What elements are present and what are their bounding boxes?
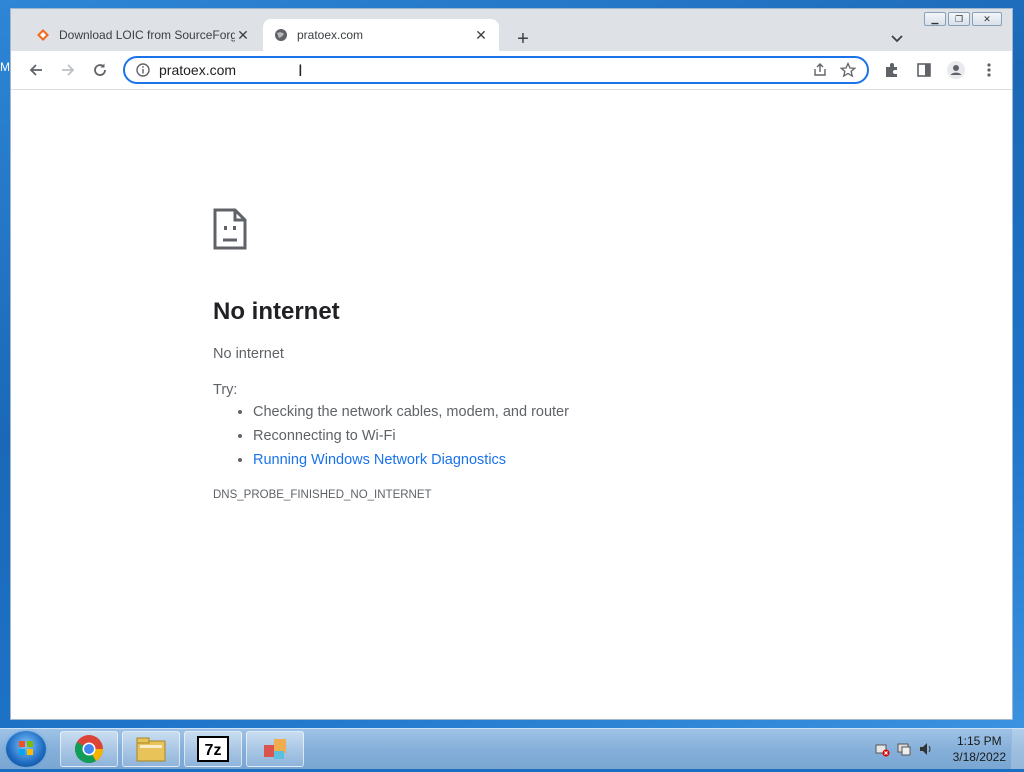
sourceforge-diamond-icon — [35, 27, 51, 43]
address-bar[interactable] — [123, 56, 869, 84]
svg-text:7z: 7z — [205, 742, 222, 759]
browser-window: ▁ ❐ ✕ Download LOIC from SourceForge.net… — [10, 8, 1013, 720]
page-content: No internet No internet Try: Checking th… — [11, 90, 1012, 719]
profile-button[interactable] — [946, 60, 966, 80]
taskbar-chrome[interactable] — [60, 731, 118, 767]
tab-close-icon[interactable]: ✕ — [235, 27, 251, 43]
globe-icon — [273, 27, 289, 43]
tab-strip: Download LOIC from SourceForge.net ✕ pra… — [11, 15, 1012, 51]
desktop-edge-text: M — [0, 60, 10, 74]
action-center-icon[interactable] — [896, 741, 912, 757]
info-icon[interactable] — [135, 62, 151, 78]
new-tab-button[interactable]: + — [513, 28, 533, 50]
browser-toolbar — [11, 51, 1012, 90]
clock-date: 3/18/2022 — [952, 750, 1006, 764]
taskbar-7zip[interactable]: 7z — [184, 731, 242, 767]
forward-button[interactable] — [58, 60, 78, 80]
forward-arrow-icon — [62, 64, 75, 76]
taskbar-file-explorer[interactable] — [122, 731, 180, 767]
suggestion-item: Checking the network cables, modem, and … — [253, 404, 813, 421]
clock-time: 1:15 PM — [956, 734, 1002, 748]
file-explorer-icon — [136, 737, 166, 762]
control-panel-icon — [264, 739, 286, 759]
bookmark-star-icon[interactable] — [839, 61, 857, 79]
suggestion-item: Reconnecting to Wi-Fi — [253, 428, 813, 445]
reload-button[interactable] — [90, 60, 110, 80]
windows-logo-icon — [19, 741, 33, 755]
try-label: Try: — [213, 382, 238, 398]
text-cursor-icon: I — [298, 61, 303, 80]
suggestion-list: Checking the network cables, modem, and … — [213, 404, 813, 469]
system-tray — [874, 741, 934, 757]
network-error-icon[interactable] — [874, 741, 890, 757]
error-title: No internet — [213, 298, 340, 325]
start-button[interactable] — [6, 731, 46, 767]
error-container: No internet No internet Try: Checking th… — [213, 208, 813, 501]
kebab-menu-icon — [987, 63, 991, 77]
back-arrow-icon — [29, 64, 42, 76]
tab-title: Download LOIC from SourceForge.net — [59, 28, 235, 42]
taskbar-control-panel[interactable] — [246, 731, 304, 767]
tab-pratoex[interactable]: pratoex.com ✕ — [263, 19, 499, 51]
extensions-button[interactable] — [882, 60, 902, 80]
puzzle-icon — [886, 63, 897, 77]
tab-close-icon[interactable]: ✕ — [473, 27, 489, 43]
side-panel-icon — [917, 63, 931, 77]
volume-icon[interactable] — [918, 741, 934, 757]
7zip-icon: 7z — [197, 736, 229, 762]
tab-title: pratoex.com — [297, 28, 364, 42]
show-desktop-button[interactable] — [1011, 729, 1024, 769]
network-diagnostics-link[interactable]: Running Windows Network Diagnostics — [253, 452, 506, 468]
error-subtitle: No internet — [213, 346, 284, 362]
error-code: DNS_PROBE_FINISHED_NO_INTERNET — [213, 489, 432, 501]
taskbar: 7z 1:15 PM 3/18/2022 — [0, 728, 1024, 769]
share-icon[interactable] — [811, 61, 829, 79]
chrome-icon — [75, 735, 103, 763]
side-panel-button[interactable] — [914, 60, 934, 80]
back-button[interactable] — [26, 60, 46, 80]
suggestion-item: Running Windows Network Diagnostics — [253, 452, 813, 469]
menu-button[interactable] — [979, 60, 999, 80]
address-input[interactable] — [159, 62, 811, 78]
tab-search-chevron-icon[interactable] — [890, 31, 906, 47]
tab-sourceforge[interactable]: Download LOIC from SourceForge.net ✕ — [25, 19, 261, 51]
reload-icon — [94, 63, 106, 76]
profile-avatar-icon — [947, 61, 965, 79]
taskbar-clock[interactable]: 1:15 PM 3/18/2022 — [953, 733, 1006, 765]
sad-page-icon — [213, 208, 247, 250]
